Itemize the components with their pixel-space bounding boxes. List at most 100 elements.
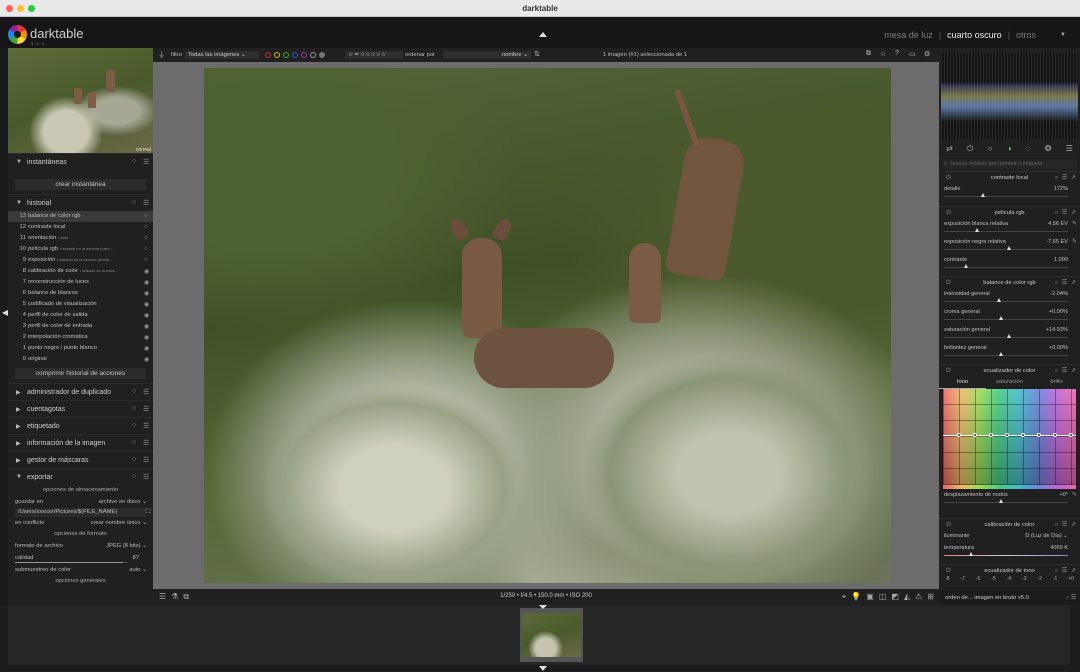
clipping-icon[interactable]: ◫ <box>879 592 887 602</box>
snapshots-section[interactable]: ▼ instantáneas ○ ☰ <box>8 153 153 170</box>
history-item[interactable]: 8 calibración de color • basado en la esc… <box>8 266 153 277</box>
collapsed-section[interactable]: ▶ información de la imagen ○ ☰ <box>8 434 153 451</box>
gear-icon[interactable]: ⚙ <box>924 50 930 58</box>
collapse-bottom-panel-icon[interactable] <box>539 666 547 671</box>
folder-icon[interactable]: 🗀 <box>145 508 151 517</box>
temperature-slider[interactable]: temperatura 4069 K <box>939 542 1080 560</box>
reset-icon[interactable]: ○ <box>132 422 136 429</box>
active-modules-icon[interactable]: ⇄ <box>946 144 953 156</box>
export-path-input[interactable]: /Users/xxxxxx/Pictures/$(FILE_NAME) 🗀 <box>15 508 151 517</box>
eq-node[interactable] <box>1069 433 1073 437</box>
warning-icon[interactable]: ⚠ <box>915 592 922 602</box>
sort-select[interactable]: nombre ⌄ <box>443 51 531 59</box>
file-format-row[interactable]: formato de archivo JPEG (8 bits) ⌄ <box>8 540 153 552</box>
presets-icon[interactable]: ☰ <box>143 405 149 413</box>
rating-filter[interactable]: ☆ ━ ☆☆☆☆☆ <box>345 51 403 59</box>
eq-node[interactable] <box>1005 433 1009 437</box>
history-item[interactable]: 11 orientación • auto ○ <box>8 233 153 244</box>
histogram[interactable] <box>941 53 1078 139</box>
view-other[interactable]: otros <box>1016 30 1036 40</box>
help-icon[interactable]: ? <box>895 50 899 57</box>
history-item[interactable]: 10 película rgb • basado en la escena (pr… <box>8 244 153 255</box>
collapsed-section[interactable]: ▶ gestor de máscaras ○ ☰ <box>8 451 153 468</box>
color-label-filter[interactable] <box>265 52 325 58</box>
power-icon[interactable]: ⏻ <box>967 144 973 156</box>
raw-overexposed-icon[interactable]: ▣ <box>866 592 874 602</box>
module-order-footer[interactable]: orden de... imagen en bruto v5.0 ○ ☰ <box>939 591 1080 605</box>
correct-icon[interactable]: ◌ <box>1026 144 1031 156</box>
detail-slider[interactable]: detalle 172% <box>939 183 1080 201</box>
history-item[interactable]: 7 reconstrucción de luces ◉ <box>8 277 153 288</box>
picker-icon[interactable]: ✎ <box>1072 238 1077 245</box>
create-snapshot-button[interactable]: crear instantánea <box>15 179 146 190</box>
history-item[interactable]: 12 contraste local ○ <box>8 222 153 233</box>
collapse-top-panel-icon[interactable] <box>539 32 547 37</box>
history-item[interactable]: 3 perfil de color de entrada ◉ <box>8 321 153 332</box>
compress-history-button[interactable]: comprimir historial de acciones <box>15 368 146 379</box>
main-image[interactable] <box>204 68 891 583</box>
intensity-slider[interactable]: intensidad general -2.04% <box>939 288 1080 306</box>
presets-icon[interactable]: ☰ <box>143 473 149 481</box>
brilliance-slider[interactable]: brillantez general +0.00% <box>939 342 1080 360</box>
guides-icon[interactable]: ⊞ <box>927 592 934 602</box>
history-section[interactable]: ▼ historial ○ ☰ <box>8 194 153 211</box>
tab-brightness[interactable]: brillo <box>1033 376 1080 389</box>
contrast-slider[interactable]: contraste 1.000 <box>939 254 1080 272</box>
collapsed-section[interactable]: ▶ administrador de duplicado ○ ☰ <box>8 383 153 400</box>
presets-icon[interactable]: ☰ <box>143 199 149 207</box>
history-item[interactable]: 6 balance de blancos ◉ <box>8 288 153 299</box>
reset-icon[interactable]: ○ <box>132 158 136 165</box>
history-item[interactable]: 4 perfil de color de salida ◉ <box>8 310 153 321</box>
effects-icon[interactable]: ❂ <box>1045 144 1052 156</box>
save-in-row[interactable]: guardar en archivo en disco ⌄ <box>8 496 153 508</box>
menu-icon[interactable]: ☰ <box>1066 144 1073 156</box>
black-exposure-slider[interactable]: exposición negra relativa -7.65 EV ✎ <box>939 236 1080 254</box>
presets-icon[interactable]: ☰ <box>143 422 149 430</box>
collapsed-section[interactable]: ▶ cuentagotas ○ ☰ <box>8 400 153 417</box>
eq-node[interactable] <box>1021 433 1025 437</box>
saturation-slider[interactable]: saturación general +14.93% <box>939 324 1080 342</box>
chevron-down-icon[interactable]: ▼ <box>1060 32 1066 38</box>
filmstrip-thumbnail[interactable] <box>520 608 583 662</box>
bulb-icon[interactable]: 💡 <box>851 592 861 602</box>
presets-icon[interactable]: ☰ <box>143 439 149 447</box>
chroma-slider[interactable]: croma general +0.00% <box>939 306 1080 324</box>
sort-order-icon[interactable]: ⇅ <box>534 50 540 58</box>
on-conflict-row[interactable]: en conflicto crear nombre único ⌄ <box>8 517 153 529</box>
reset-icon[interactable]: ○ <box>132 456 136 463</box>
presets-icon[interactable]: ☰ <box>143 388 149 396</box>
eq-node[interactable] <box>989 433 993 437</box>
display-icon[interactable]: ▭ <box>909 50 916 58</box>
reset-icon[interactable]: ○ <box>132 405 136 412</box>
eq-node[interactable] <box>1053 433 1057 437</box>
filter-icon[interactable]: ⏚ <box>158 50 165 60</box>
star-icon[interactable]: ☆ <box>880 50 886 58</box>
focus-peaking-icon[interactable]: ⌖ <box>842 592 847 602</box>
grouping-icon[interactable]: ⧉ <box>866 50 871 58</box>
picker-icon[interactable]: ✎ <box>1072 491 1077 498</box>
module-search-input[interactable]: ⌕ buscar módulo por nombre o etiqueta <box>942 159 1077 169</box>
history-item[interactable]: 0 original ◉ <box>8 354 153 365</box>
history-item[interactable]: 2 interpolación cromática ◉ <box>8 332 153 343</box>
picker-icon[interactable]: ✎ <box>1072 220 1077 227</box>
softproof-icon[interactable]: ◩ <box>891 592 899 602</box>
chroma-subsample-row[interactable]: submuestreo de color auto ⌄ <box>8 564 153 576</box>
collapsed-section[interactable]: ▶ etiquetado ○ ☰ <box>8 417 153 434</box>
view-lighttable[interactable]: mesa de luz <box>884 30 933 40</box>
reset-icon[interactable]: ○ <box>132 199 136 206</box>
eq-node[interactable] <box>957 433 961 437</box>
illuminant-select[interactable]: iluminante D (Luz de Día) ⌄ <box>939 530 1080 542</box>
white-exposure-slider[interactable]: exposición blanca relativa 4.56 EV ✎ <box>939 218 1080 236</box>
eq-node[interactable] <box>973 433 977 437</box>
color-eq-graph[interactable] <box>943 389 1076 485</box>
history-item[interactable]: 9 exposición • basado en la escena (prede… <box>8 255 153 266</box>
tab-saturation[interactable]: saturación <box>986 376 1033 389</box>
history-item[interactable]: 1 punto negro / punto blanco ◉ <box>8 343 153 354</box>
presets-icon[interactable]: ☰ <box>143 158 149 166</box>
presets-icon[interactable]: ☰ <box>143 456 149 464</box>
quality-slider[interactable]: calidad 87 <box>8 552 153 564</box>
color-icon[interactable]: ◑ <box>1007 144 1012 156</box>
eq-node[interactable] <box>1037 433 1041 437</box>
reset-icon[interactable]: ○ <box>132 473 136 480</box>
reset-icon[interactable]: ○ <box>132 439 136 446</box>
